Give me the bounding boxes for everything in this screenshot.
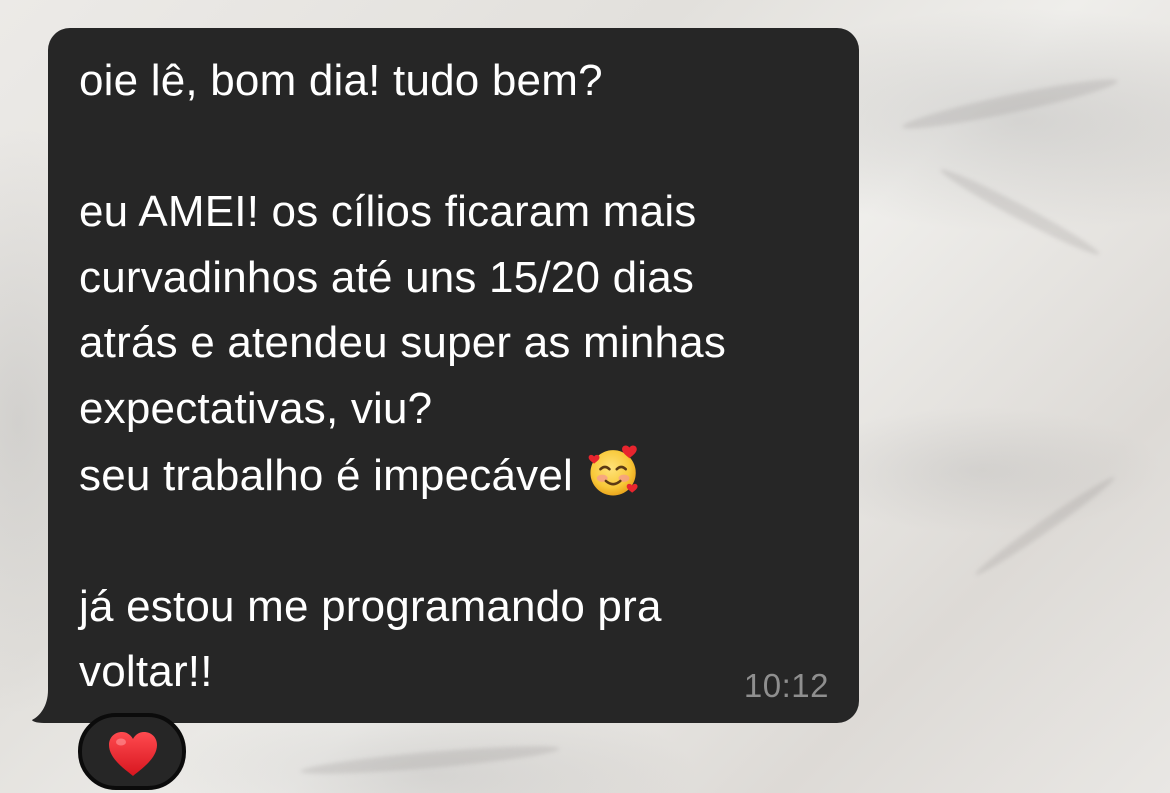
- message-line: eu AMEI! os cílios ficaram mais: [79, 187, 697, 237]
- message-line: oie lê, bom dia! tudo bem?: [79, 56, 603, 105]
- background-texture: [299, 740, 561, 780]
- smiling-face-with-hearts-icon: [585, 442, 643, 500]
- background-texture: [900, 72, 1120, 136]
- background-texture: [971, 472, 1119, 580]
- message-line: expectativas, viu?: [79, 383, 433, 433]
- message-line: curvadinhos até uns 15/20 dias: [79, 252, 695, 302]
- heart-reaction[interactable]: [78, 713, 186, 790]
- message-text: oie lê, bom dia! tudo bem? eu AMEI! os c…: [79, 48, 839, 705]
- message-line: voltar!!: [79, 647, 213, 697]
- bubble-tail: [32, 680, 70, 723]
- background-texture: [937, 163, 1103, 261]
- message-timestamp: 10:12: [743, 667, 829, 704]
- message-line: seu trabalho é impecável: [79, 450, 573, 500]
- red-heart-icon: [109, 732, 157, 776]
- message-line: já estou me programando pra: [79, 581, 662, 631]
- message-line: atrás e atendeu super as minhas: [79, 318, 727, 368]
- message-bubble[interactable]: oie lê, bom dia! tudo bem? eu AMEI! os c…: [48, 28, 859, 723]
